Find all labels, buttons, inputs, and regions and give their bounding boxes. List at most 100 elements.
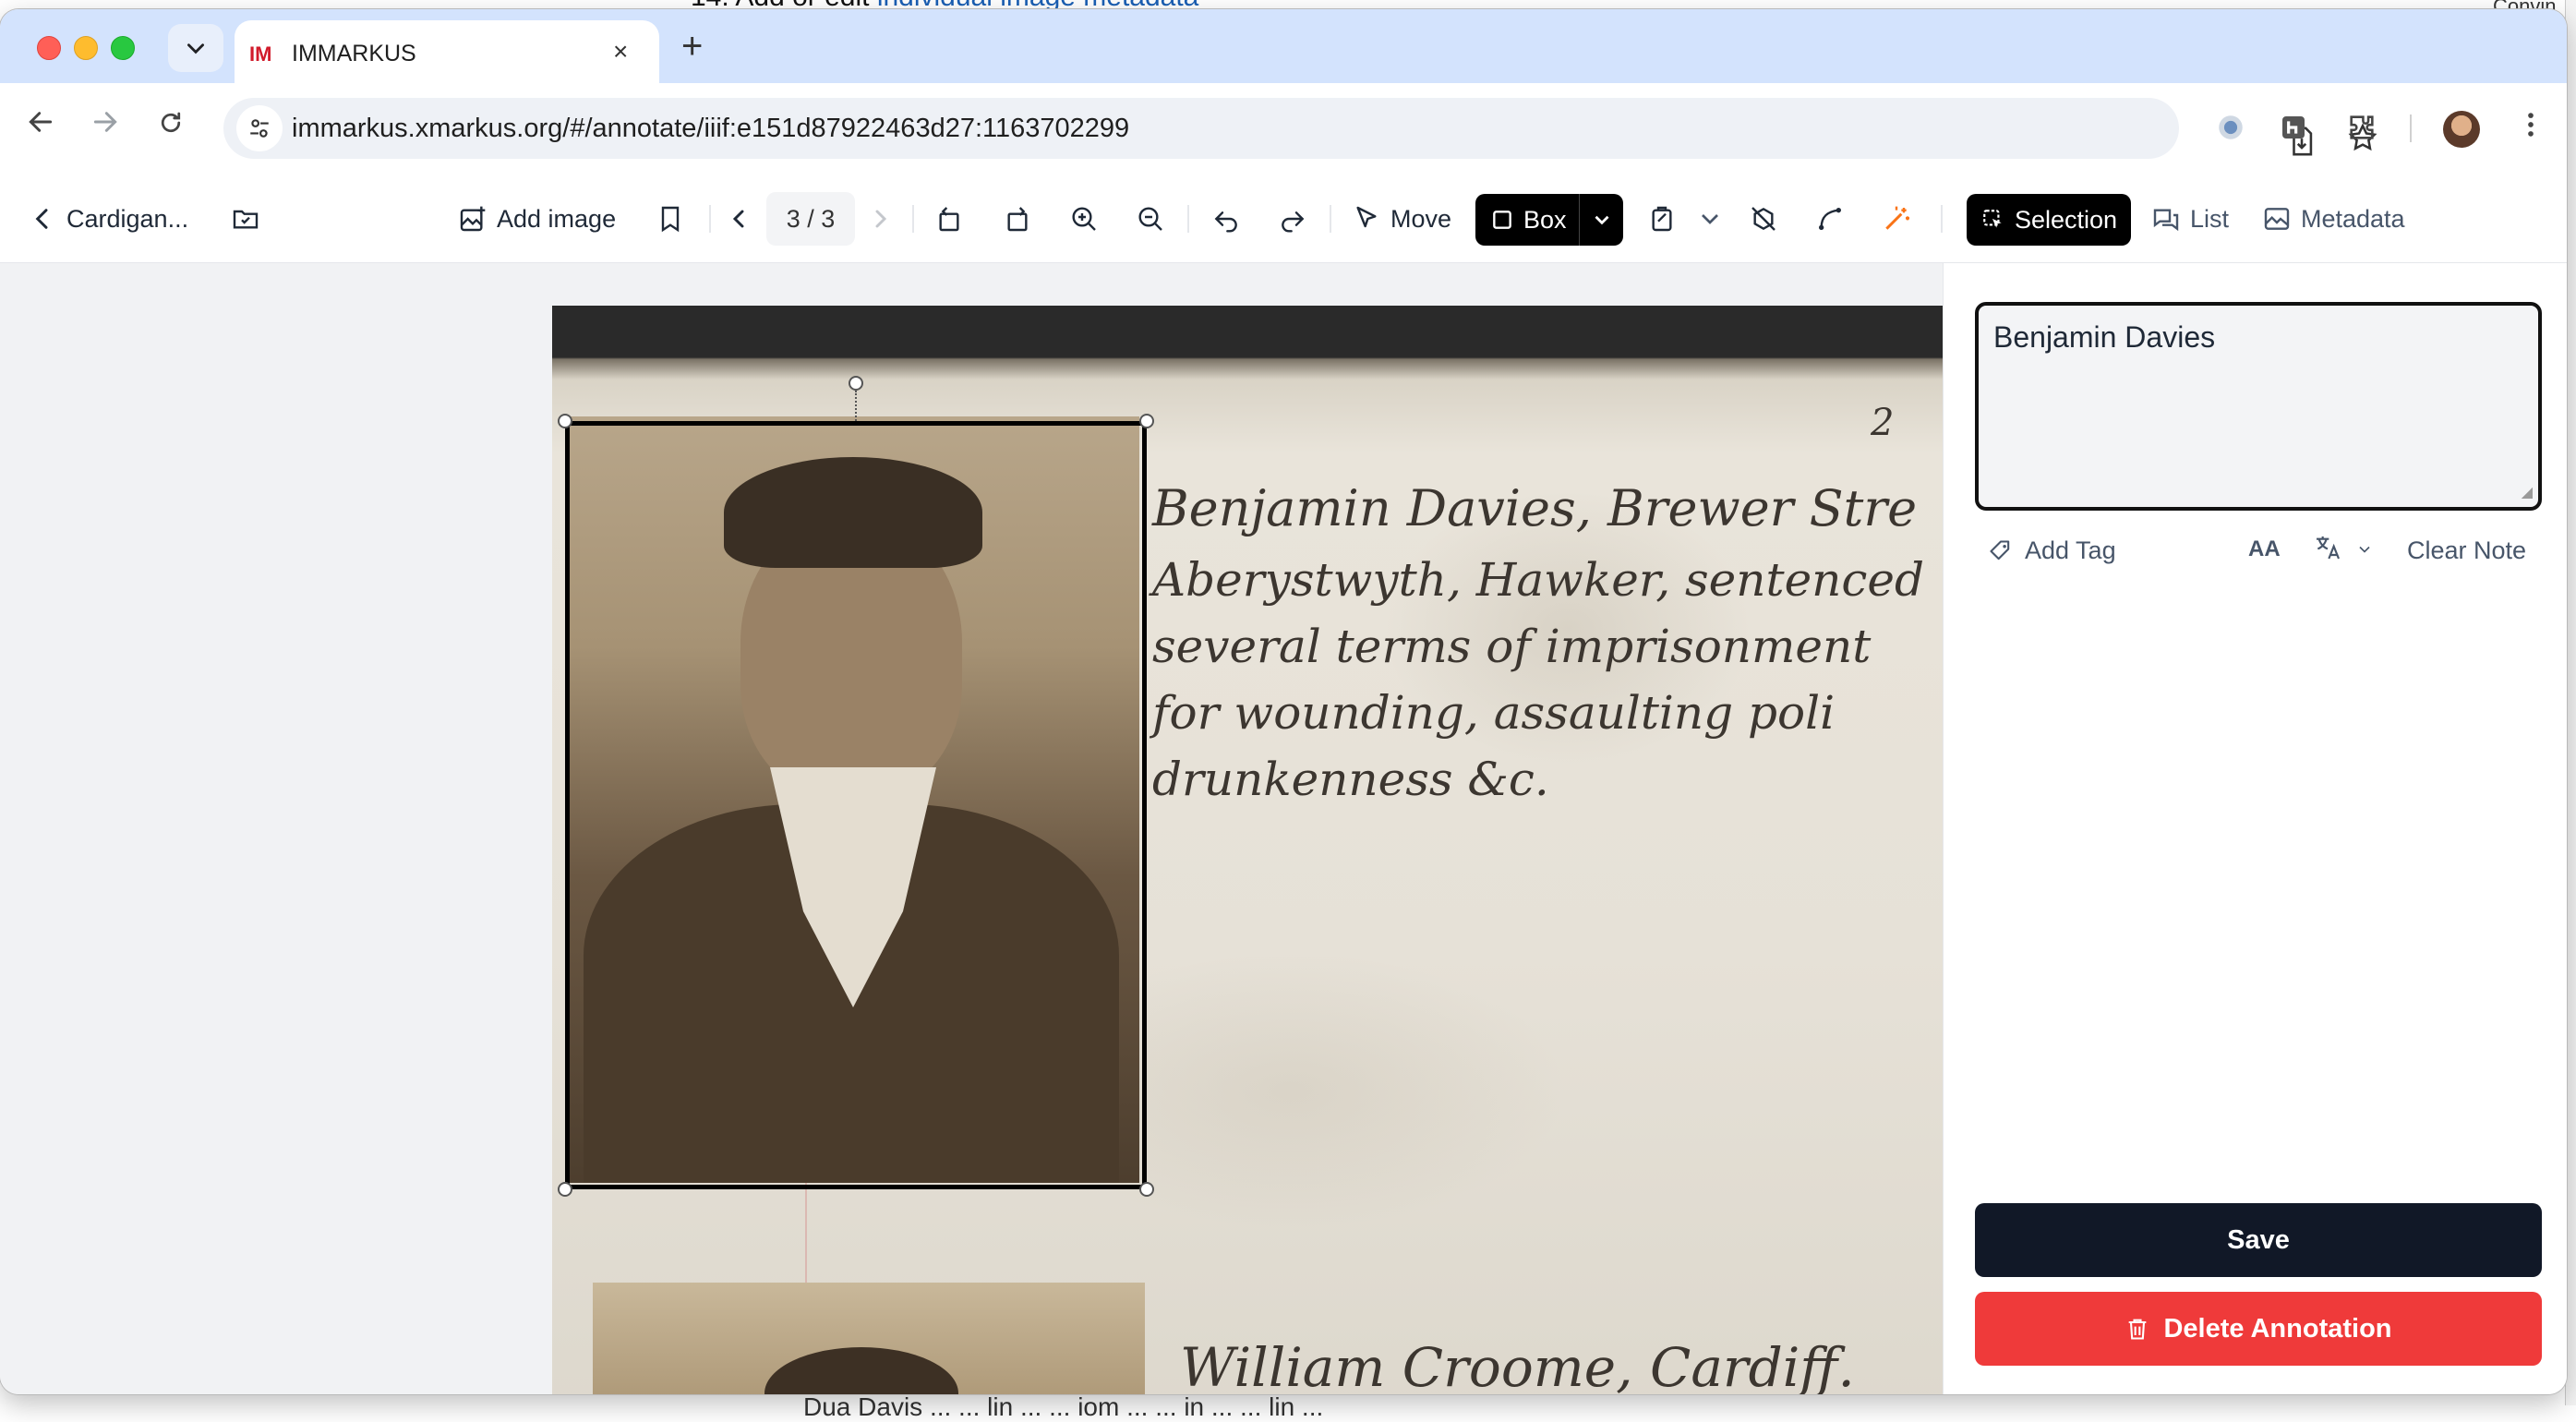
move-label: Move [1390,204,1452,233]
extensions-puzzle-icon[interactable] [2345,111,2378,144]
toolbar-separator [2410,114,2412,142]
tab-close-icon[interactable]: × [613,37,628,66]
zoom-in-button[interactable] [1069,175,1099,262]
browser-menu-icon[interactable] [2515,109,2546,149]
tab-search-button[interactable] [168,24,223,72]
minimize-window-button[interactable] [74,36,98,60]
extension-2-icon[interactable] [2277,111,2310,144]
magic-wand-icon [1885,206,1909,230]
list-tab[interactable]: List [2151,175,2229,262]
tune-icon [250,119,269,138]
rotate-handle[interactable] [849,376,863,391]
site-info-button[interactable] [236,105,283,151]
add-image-icon [460,206,486,232]
add-image-button[interactable]: Add image [458,175,616,262]
add-image-label: Add image [497,204,617,233]
translate-dropdown[interactable] [2355,540,2374,564]
square-icon [1493,211,1511,229]
selection-tab[interactable]: Selection [1967,194,2131,246]
undo-button[interactable] [1211,175,1241,262]
delete-annotation-button[interactable]: Delete Annotation [1975,1292,2542,1366]
tab-favicon: IM [249,42,272,66]
path-tool-button[interactable] [1815,175,1845,262]
toolbar-separator [709,205,711,233]
selection-icon [1983,210,2002,228]
add-tag-button[interactable]: Add Tag [1988,536,2116,565]
save-button[interactable]: Save [1975,1203,2542,1277]
redo-button[interactable] [1278,175,1307,262]
resize-handle-bottom-left[interactable] [558,1182,572,1197]
metadata-tab[interactable]: Metadata [2262,175,2405,262]
magic-wand-button[interactable] [1882,175,1911,262]
next-image-button[interactable] [866,175,896,262]
handwritten-line: Benjamin Davies, Brewer Stre [1152,479,1918,537]
folder-name: Cardigan... [66,204,189,233]
back-to-folder-button[interactable]: Cardigan... [28,175,188,262]
maximize-window-button[interactable] [111,36,135,60]
smart-shape-button[interactable] [1647,175,1677,262]
extension-1-icon[interactable] [2214,111,2247,144]
handwritten-line: for wounding, assaulting poli [1152,686,1836,740]
forward-arrow-icon [93,112,117,132]
metadata-label: Metadata [2301,204,2405,233]
address-bar-row: immarkus.xmarkus.org/#/annotate/iiif:e15… [0,83,2567,176]
disable-drawing-button[interactable] [1749,175,1778,262]
rotate-handle-stem [855,391,857,421]
mugshot-photo-2 [593,1283,1145,1394]
move-tool-button[interactable]: Move [1352,175,1451,262]
translate-icon [2317,536,2340,560]
url-bar[interactable]: immarkus.xmarkus.org/#/annotate/iiif:e15… [223,98,2377,159]
chevron-left-icon [732,210,744,228]
chevron-down-icon [2359,546,2370,553]
chevron-down-icon [187,43,204,54]
translate-button[interactable] [2313,533,2342,569]
note-text[interactable]: Benjamin Davies [1993,320,2215,355]
browser-reload-button[interactable] [157,107,185,144]
rotate-left-button[interactable] [934,175,964,262]
tag-icon [1990,539,2010,560]
path-icon [1819,208,1841,230]
zoom-out-button[interactable] [1136,175,1165,262]
font-size-button[interactable]: AA [2248,536,2281,562]
resize-grip-icon[interactable]: ◢ [2522,483,2533,501]
folder-button[interactable] [231,175,260,262]
list-icon [2153,209,2179,232]
url-text[interactable]: immarkus.xmarkus.org/#/annotate/iiif:e15… [292,114,1129,144]
list-label: List [2190,204,2230,233]
bookmark-button[interactable] [656,175,685,262]
new-tab-button[interactable]: + [681,28,703,65]
annotation-panel: Benjamin Davies ◢ Add Tag AA Clear Note … [1943,263,2567,1394]
image-canvas[interactable]: 2 Benjamin Davies, Brewer Stre Aberystwy… [0,263,1943,1394]
save-label: Save [2227,1224,2290,1255]
resize-handle-top-right[interactable] [1139,414,1154,428]
clear-note-button[interactable]: Clear Note [2407,536,2526,565]
folder-icon [233,210,259,229]
cursor-icon [1356,206,1377,228]
box-tool-dropdown[interactable] [1579,194,1624,246]
chevron-down-icon [1702,214,1718,224]
toolbar-separator [1187,205,1189,233]
chevron-right-icon [875,210,887,228]
no-draw-icon [1751,207,1776,231]
selection-label: Selection [2015,205,2118,234]
note-textarea[interactable]: Benjamin Davies ◢ [1975,302,2542,511]
browser-forward-button[interactable] [90,107,120,144]
page-indicator: 3 / 3 [766,192,855,246]
shape-dropdown[interactable] [1695,175,1725,262]
previous-image-button[interactable] [724,175,753,262]
rotate-right-icon [1007,207,1028,232]
annotation-selection-box[interactable] [565,421,1147,1189]
resize-handle-top-left[interactable] [558,414,572,428]
rotate-right-button[interactable] [1003,175,1032,262]
profile-avatar[interactable] [2443,111,2480,148]
close-window-button[interactable] [37,36,61,60]
handwritten-line: several terms of imprisonment [1152,620,1872,673]
browser-back-button[interactable] [26,107,55,144]
back-arrow-icon [29,112,53,132]
delete-label: Delete Annotation [2163,1313,2392,1344]
tab-strip: IM IMMARKUS × + [0,9,2567,85]
resize-handle-bottom-right[interactable] [1139,1182,1154,1197]
browser-tab-active[interactable]: IM IMMARKUS × [235,20,659,85]
photo-cap [764,1347,958,1394]
handwritten-page-number: 2 [1871,402,1895,444]
